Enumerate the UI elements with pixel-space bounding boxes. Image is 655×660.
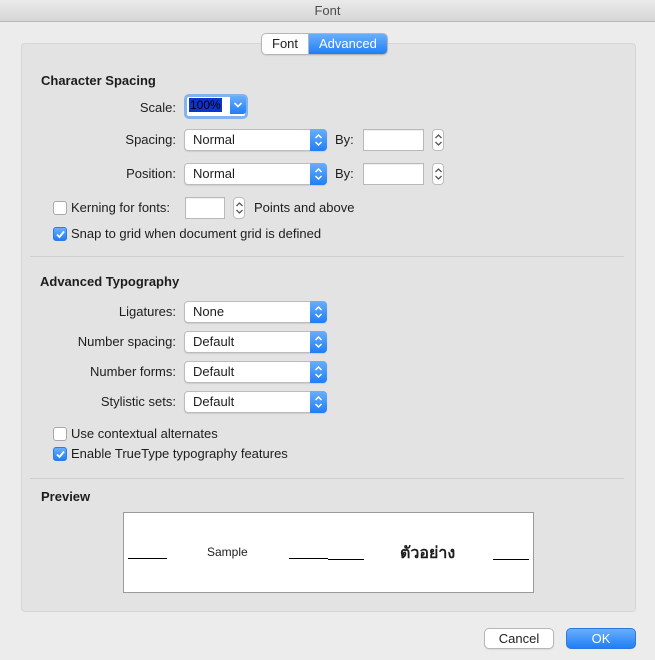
kerning-points-input[interactable] xyxy=(185,197,225,219)
scale-combobox[interactable]: 100% xyxy=(184,94,248,119)
contextual-alternates-label: Use contextual alternates xyxy=(71,426,218,441)
ligatures-label: Ligatures: xyxy=(118,304,176,319)
section-divider xyxy=(30,478,624,479)
spacing-value: Normal xyxy=(193,132,235,147)
stylistic-sets-popup[interactable]: Default xyxy=(184,391,327,413)
snap-to-grid-label: Snap to grid when document grid is defin… xyxy=(71,226,322,241)
up-down-chevron-icon xyxy=(310,391,327,413)
contextual-alternates-checkbox[interactable] xyxy=(53,427,67,441)
preview-sample-latin: Sample xyxy=(207,545,248,559)
up-down-chevron-icon xyxy=(310,163,327,185)
position-popup[interactable]: Normal xyxy=(184,163,327,185)
up-down-chevron-icon xyxy=(310,301,327,323)
ligatures-value: None xyxy=(193,304,225,319)
preview-sample-thai: ตัวอย่าง xyxy=(400,543,456,562)
number-forms-popup[interactable]: Default xyxy=(184,361,327,383)
character-spacing-title: Character Spacing xyxy=(41,73,156,88)
spacing-by-input[interactable] xyxy=(363,129,424,151)
preview-line xyxy=(289,558,328,559)
up-down-chevron-icon xyxy=(310,129,327,151)
number-spacing-label: Number spacing: xyxy=(77,334,176,349)
preview-title: Preview xyxy=(41,489,91,504)
scale-label: Scale: xyxy=(139,100,176,115)
kerning-checkbox[interactable] xyxy=(53,201,67,215)
spacing-popup[interactable]: Normal xyxy=(184,129,327,151)
spacing-label: Spacing: xyxy=(125,132,176,147)
window-title: Font xyxy=(314,3,341,18)
truetype-features-label: Enable TrueType typography features xyxy=(71,446,288,461)
window-titlebar: Font xyxy=(0,0,655,22)
tab-advanced[interactable]: Advanced xyxy=(308,34,387,54)
position-by-input[interactable] xyxy=(363,163,424,185)
preview-line xyxy=(128,558,167,559)
number-forms-label: Number forms: xyxy=(90,364,176,379)
preview-line xyxy=(493,559,529,560)
chevron-down-icon[interactable] xyxy=(230,96,246,114)
advanced-typography-title: Advanced Typography xyxy=(40,274,180,289)
ok-button[interactable]: OK xyxy=(566,628,636,649)
scale-value[interactable]: 100% xyxy=(189,98,222,112)
number-spacing-popup[interactable]: Default xyxy=(184,331,327,353)
number-forms-value: Default xyxy=(193,364,235,379)
cancel-button[interactable]: Cancel xyxy=(484,628,554,649)
tab-bar: Font Advanced xyxy=(261,33,388,55)
position-by-label: By: xyxy=(335,166,354,181)
checkmark-icon xyxy=(56,230,65,239)
ligatures-popup[interactable]: None xyxy=(184,301,327,323)
tab-font[interactable]: Font xyxy=(262,34,309,54)
section-divider xyxy=(30,256,624,257)
kerning-label: Kerning for fonts: xyxy=(71,200,170,215)
position-value: Normal xyxy=(193,166,235,181)
stylistic-sets-label: Stylistic sets: xyxy=(100,394,176,409)
truetype-features-checkbox[interactable] xyxy=(53,447,67,461)
kerning-suffix: Points and above xyxy=(254,200,355,215)
number-spacing-value: Default xyxy=(193,334,235,349)
preview-line xyxy=(328,559,364,560)
snap-to-grid-checkbox[interactable] xyxy=(53,227,67,241)
preview-box: Sample ตัวอย่าง xyxy=(123,512,534,593)
up-down-chevron-icon xyxy=(310,331,327,353)
kerning-stepper[interactable] xyxy=(233,197,245,219)
checkmark-icon xyxy=(56,450,65,459)
position-label: Position: xyxy=(126,166,176,181)
position-by-stepper[interactable] xyxy=(432,163,444,185)
up-down-chevron-icon xyxy=(310,361,327,383)
spacing-by-label: By: xyxy=(335,132,354,147)
stylistic-sets-value: Default xyxy=(193,394,235,409)
spacing-by-stepper[interactable] xyxy=(432,129,444,151)
